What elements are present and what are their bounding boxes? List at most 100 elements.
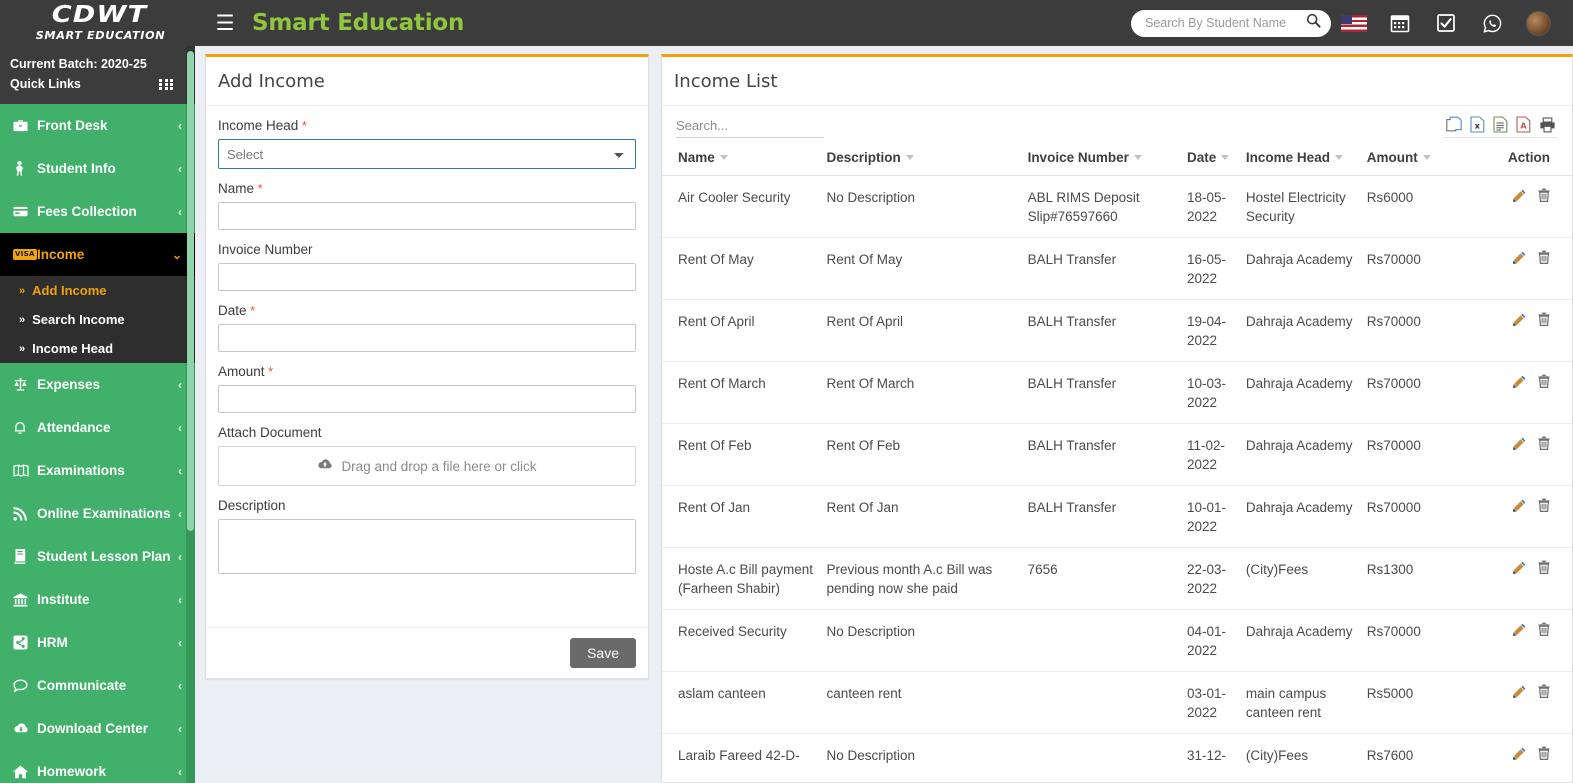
chevron-left-icon[interactable]: ‹ bbox=[178, 722, 182, 736]
edit-icon[interactable] bbox=[1513, 746, 1526, 765]
sidebar-item-communicate[interactable]: Communicate ‹ bbox=[0, 664, 195, 707]
chevron-left-icon[interactable]: ‹ bbox=[178, 464, 182, 478]
cell-action bbox=[1474, 671, 1572, 734]
chevron-left-icon[interactable]: ‹ bbox=[178, 765, 182, 779]
column-header-description[interactable]: Description bbox=[822, 138, 1024, 176]
chevron-left-icon[interactable]: ‹ bbox=[178, 679, 182, 693]
delete-icon[interactable] bbox=[1538, 374, 1550, 393]
chevron-left-icon[interactable]: ‹ bbox=[178, 593, 182, 607]
us-flag-icon[interactable] bbox=[1331, 0, 1377, 46]
grid-icon[interactable] bbox=[159, 78, 173, 90]
checkbox-icon[interactable] bbox=[1423, 0, 1469, 46]
sidebar-item-expenses[interactable]: Expenses ‹ bbox=[0, 363, 195, 406]
delete-icon[interactable] bbox=[1538, 250, 1550, 269]
sidebar-subitem-income-head[interactable]: » Income Head bbox=[0, 334, 195, 363]
column-header-name[interactable]: Name bbox=[662, 138, 823, 176]
sidebar-subitem-add-income[interactable]: » Add Income bbox=[0, 276, 195, 305]
chevron-down-icon[interactable]: ⌄ bbox=[172, 248, 182, 262]
edit-icon[interactable] bbox=[1513, 188, 1526, 207]
student-search-box[interactable] bbox=[1131, 9, 1331, 37]
sidebar-item-fees-collection[interactable]: Fees Collection ‹ bbox=[0, 190, 195, 233]
hamburger-icon[interactable]: ☰ bbox=[214, 13, 236, 34]
name-input[interactable] bbox=[218, 202, 636, 230]
description-textarea[interactable] bbox=[218, 519, 636, 574]
sort-caret-icon[interactable] bbox=[1221, 155, 1230, 160]
copy-icon[interactable] bbox=[1446, 116, 1462, 133]
top-header: CDWT SMART EDUCATION ☰ Smart Education bbox=[0, 0, 1573, 46]
delete-icon[interactable] bbox=[1538, 498, 1550, 517]
cell-invoice-number: BALH Transfer bbox=[1023, 485, 1184, 548]
sort-caret-icon[interactable] bbox=[905, 155, 914, 160]
edit-icon[interactable] bbox=[1513, 498, 1526, 517]
amount-label: Amount * bbox=[218, 364, 636, 379]
delete-icon[interactable] bbox=[1538, 560, 1550, 579]
amount-input[interactable] bbox=[218, 385, 636, 413]
edit-icon[interactable] bbox=[1513, 436, 1526, 455]
sidebar-item-label: Student Info bbox=[37, 161, 116, 176]
sidebar-item-hrm[interactable]: HRM ‹ bbox=[0, 621, 195, 664]
whatsapp-icon[interactable] bbox=[1469, 0, 1515, 46]
column-header-income-head[interactable]: Income Head bbox=[1241, 138, 1363, 176]
edit-icon[interactable] bbox=[1513, 684, 1526, 703]
calendar-icon[interactable] bbox=[1377, 0, 1423, 46]
sort-caret-icon[interactable] bbox=[1422, 155, 1431, 160]
sidebar-item-attendance[interactable]: Attendance ‹ bbox=[0, 406, 195, 449]
sort-caret-icon[interactable] bbox=[1133, 155, 1142, 160]
column-header-amount[interactable]: Amount bbox=[1362, 138, 1475, 176]
sidebar-item-student-info[interactable]: Student Info ‹ bbox=[0, 147, 195, 190]
sidebar-item-student-lesson-plan[interactable]: Student Lesson Plan ‹ bbox=[0, 535, 195, 578]
file-dropzone[interactable]: Drag and drop a file here or click bbox=[218, 446, 636, 486]
delete-icon[interactable] bbox=[1538, 622, 1550, 641]
field-income-head: Income Head * Select bbox=[218, 118, 636, 169]
income-table-scroll[interactable]: Name Description Invoice Number Date Inc… bbox=[662, 138, 1572, 766]
chevron-left-icon[interactable]: ‹ bbox=[178, 507, 182, 521]
sidebar-item-download-center[interactable]: Download Center ‹ bbox=[0, 707, 195, 750]
delete-icon[interactable] bbox=[1538, 684, 1550, 703]
chevron-left-icon[interactable]: ‹ bbox=[178, 636, 182, 650]
edit-icon[interactable] bbox=[1513, 622, 1526, 641]
date-input[interactable] bbox=[218, 324, 636, 352]
sidebar-item-front-desk[interactable]: Front Desk ‹ bbox=[0, 104, 195, 147]
chevron-left-icon[interactable]: ‹ bbox=[178, 550, 182, 564]
sort-caret-icon[interactable] bbox=[719, 155, 728, 160]
edit-icon[interactable] bbox=[1513, 250, 1526, 269]
sidebar-item-homework[interactable]: Homework ‹ bbox=[0, 750, 195, 783]
sidebar-item-examinations[interactable]: Examinations ‹ bbox=[0, 449, 195, 492]
sidebar-item-online-examinations[interactable]: Online Examinations ‹ bbox=[0, 492, 195, 535]
delete-icon[interactable] bbox=[1538, 188, 1550, 207]
edit-icon[interactable] bbox=[1513, 560, 1526, 579]
search-input[interactable] bbox=[1145, 16, 1306, 30]
print-icon[interactable] bbox=[1539, 116, 1556, 133]
csv-icon[interactable] bbox=[1493, 116, 1508, 133]
search-icon[interactable] bbox=[1306, 13, 1321, 33]
chevron-left-icon[interactable]: ‹ bbox=[178, 378, 182, 392]
table-row: Rent Of April Rent Of April BALH Transfer 1… bbox=[662, 299, 1572, 362]
income-list-panel: Income List x A bbox=[661, 54, 1573, 783]
chevron-left-icon[interactable]: ‹ bbox=[178, 421, 182, 435]
edit-icon[interactable] bbox=[1513, 374, 1526, 393]
delete-icon[interactable] bbox=[1538, 746, 1550, 765]
invoice-number-input[interactable] bbox=[218, 263, 636, 291]
table-row: Rent Of March Rent Of March BALH Transfer 1… bbox=[662, 361, 1572, 424]
avatar[interactable] bbox=[1515, 0, 1561, 46]
column-header-date[interactable]: Date bbox=[1183, 138, 1242, 176]
sidebar-scrollbar-thumb[interactable] bbox=[187, 51, 194, 531]
income-head-select[interactable]: Select bbox=[218, 139, 636, 169]
sidebar-subitem-search-income[interactable]: » Search Income bbox=[0, 305, 195, 334]
pdf-icon[interactable]: A bbox=[1516, 116, 1531, 133]
edit-icon[interactable] bbox=[1513, 312, 1526, 331]
chevron-left-icon[interactable]: ‹ bbox=[178, 162, 182, 176]
delete-icon[interactable] bbox=[1538, 436, 1550, 455]
chevron-left-icon[interactable]: ‹ bbox=[178, 205, 182, 219]
excel-icon[interactable]: x bbox=[1470, 116, 1485, 133]
sidebar-scrollbar[interactable] bbox=[186, 46, 195, 783]
chevron-left-icon[interactable]: ‹ bbox=[178, 119, 182, 133]
table-search-input[interactable] bbox=[676, 116, 824, 138]
sidebar-item-income[interactable]: VISA Income ⌄ bbox=[0, 233, 195, 276]
save-button[interactable]: Save bbox=[570, 638, 636, 668]
column-header-invoice-number[interactable]: Invoice Number bbox=[1023, 138, 1184, 176]
sidebar-item-institute[interactable]: Institute ‹ bbox=[0, 578, 195, 621]
app-logo[interactable]: CDWT SMART EDUCATION bbox=[0, 0, 200, 46]
delete-icon[interactable] bbox=[1538, 312, 1550, 331]
sort-caret-icon[interactable] bbox=[1334, 155, 1343, 160]
